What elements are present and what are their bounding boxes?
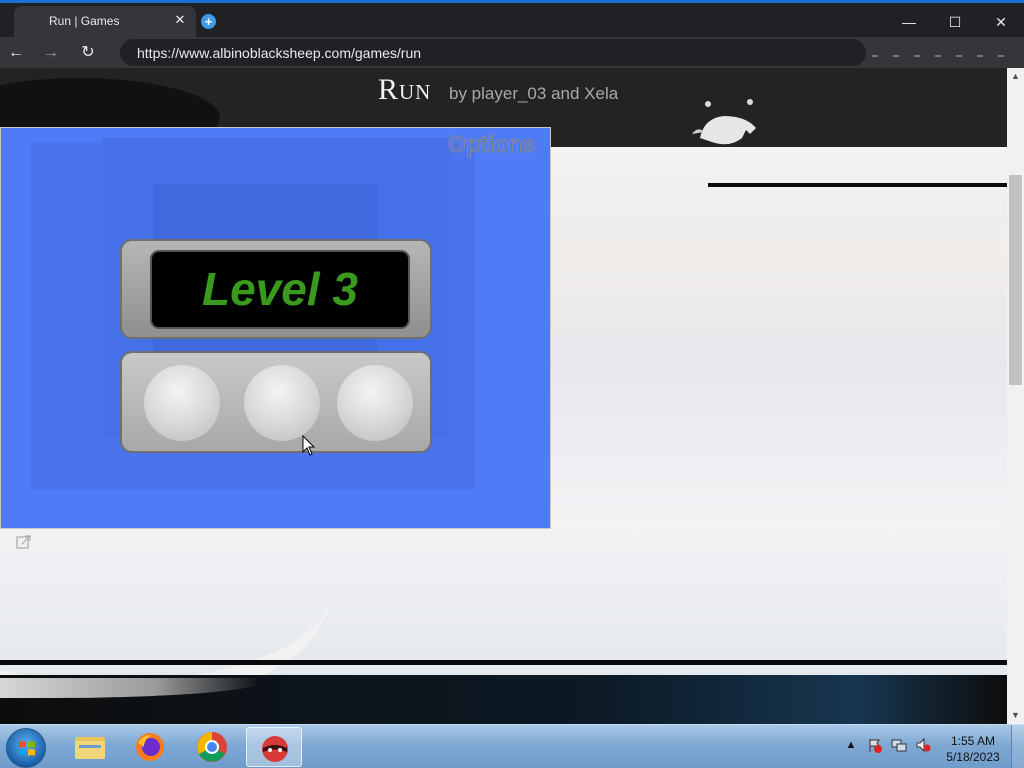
taskbar: ▲ 1:55 AM 5/18/2023 <box>0 724 1024 768</box>
life-orb <box>144 365 220 441</box>
maximize-icon[interactable]: ☐ <box>932 12 978 32</box>
taskbar-chrome[interactable] <box>184 727 240 767</box>
tab-title: Run | Games <box>49 14 120 28</box>
taskbar-game-app[interactable] <box>246 727 302 767</box>
new-tab-icon[interactable]: + <box>201 14 216 29</box>
sheep-logo-icon <box>692 99 756 145</box>
scroll-up-icon[interactable]: ▲ <box>1007 68 1024 85</box>
start-button[interactable] <box>6 728 46 768</box>
fullscreen-icon[interactable] <box>16 534 32 550</box>
volume-muted-icon[interactable] <box>915 737 931 753</box>
options-button[interactable]: Options <box>448 131 536 158</box>
clock-date: 5/18/2023 <box>946 750 1000 764</box>
web-page: Run by player_03 and Xela Options Level … <box>0 68 1007 724</box>
mouse-cursor-icon <box>302 435 316 456</box>
windows-logo-icon <box>19 741 35 756</box>
divider-line <box>0 660 1007 665</box>
network-icon[interactable] <box>891 737 907 753</box>
taskbar-file-explorer[interactable] <box>61 727 117 767</box>
extension-icons[interactable] <box>872 47 1022 59</box>
forward-icon[interactable]: → <box>40 42 62 64</box>
chrome-icon <box>197 732 227 762</box>
tray-expand-icon[interactable]: ▲ <box>843 737 859 753</box>
clock-time: 1:55 AM <box>950 734 996 748</box>
url-text[interactable]: https://www.albinoblacksheep.com/games/r… <box>137 45 421 61</box>
address-bar[interactable]: https://www.albinoblacksheep.com/games/r… <box>120 39 866 66</box>
scroll-thumb[interactable] <box>1009 175 1022 385</box>
folder-icon <box>75 737 105 759</box>
level-label: Level 3 <box>202 263 358 315</box>
page-author: by player_03 and Xela <box>449 84 619 103</box>
minimize-icon[interactable]: — <box>886 12 932 32</box>
browser-toolbar: ← → ↻ https://www.albinoblacksheep.com/g… <box>0 37 1024 68</box>
game-app-icon <box>262 736 288 762</box>
system-tray: ▲ <box>843 737 943 757</box>
show-desktop-button[interactable] <box>1011 725 1024 768</box>
taskbar-firefox[interactable] <box>122 727 178 767</box>
page-scrollbar[interactable]: ▲ ▼ <box>1007 68 1024 724</box>
level-panel: Level 3 <box>120 239 432 339</box>
tab-close-icon[interactable]: ✕ <box>172 12 188 28</box>
firefox-icon <box>136 733 164 761</box>
level-display: Level 3 <box>150 250 410 329</box>
scroll-down-icon[interactable]: ▼ <box>1007 707 1024 724</box>
tab-run-games[interactable]: Run | Games ✕ <box>14 6 196 37</box>
life-orb <box>244 365 320 441</box>
window-close-icon[interactable]: ✕ <box>978 12 1024 32</box>
game-canvas[interactable]: Options Level 3 <box>0 127 551 529</box>
life-orb <box>337 365 413 441</box>
back-icon[interactable]: ← <box>5 42 27 64</box>
lives-panel <box>120 351 432 453</box>
divider-line <box>708 183 1007 187</box>
system-clock[interactable]: 1:55 AM 5/18/2023 <box>940 733 1006 765</box>
browser-tab-bar: Run | Games ✕ + — ☐ ✕ <box>0 0 1024 37</box>
action-center-flag-icon[interactable] <box>867 737 883 753</box>
reload-icon[interactable]: ↻ <box>77 42 99 64</box>
page-title: Run <box>378 73 432 106</box>
